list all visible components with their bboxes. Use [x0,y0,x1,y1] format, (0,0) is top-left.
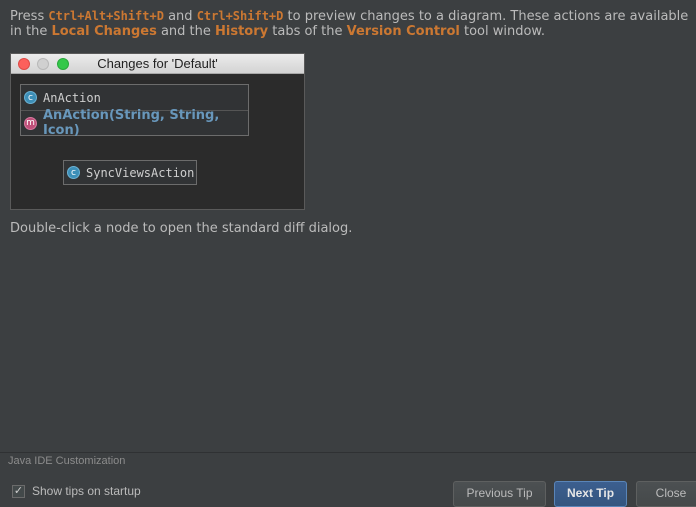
preview-window-title: Changes for 'Default' [97,56,218,71]
class-name-label: SyncViewsAction [86,165,195,180]
tip-text-segment: in the [10,24,52,39]
close-button[interactable]: Close [636,481,696,507]
tip-text-segment: tabs of the [268,24,347,39]
tip-footnote: Double-click a node to open the standard… [10,221,353,236]
tip-line-2: in the Local Changes and the History tab… [10,24,696,40]
show-tips-on-startup-checkbox[interactable]: ✓ Show tips on startup [12,484,141,498]
local-changes-highlight: Local Changes [51,24,157,39]
tip-text-segment: Press [10,9,49,24]
tip-text-segment: and [163,9,197,24]
version-control-highlight: Version Control [346,24,460,39]
shortcut-ctrl-shift-d: Ctrl+Shift+D [196,9,284,23]
history-highlight: History [215,24,269,39]
diagram-node-syncviewsaction: c SyncViewsAction [63,160,197,185]
diagram-preview-image: Changes for 'Default' c AnAction m AnAct… [10,53,305,210]
tip-category-label: Java IDE Customization [8,455,126,467]
show-tips-label: Show tips on startup [32,484,141,498]
next-tip-button[interactable]: Next Tip [554,481,627,507]
tip-text-segment: tool window. [459,24,545,39]
method-signature-label: AnAction(String, String, Icon) [43,108,220,138]
diagram-class-row: c AnAction [21,85,248,110]
class-icon: c [67,166,80,179]
footer-divider [0,452,696,453]
preview-titlebar: Changes for 'Default' [11,54,304,74]
diagram-method-row: m AnAction(String, String, Icon) [21,108,248,138]
tip-text: Press Ctrl+Alt+Shift+D and Ctrl+Shift+D … [10,8,696,40]
shortcut-ctrl-alt-shift-d: Ctrl+Alt+Shift+D [48,9,164,23]
diagram-node-anaction: c AnAction m AnAction(String, String, Ic… [20,84,249,138]
method-icon: m [24,116,37,130]
tip-text-segment: and the [156,24,216,39]
class-icon: c [24,91,37,104]
previous-tip-button[interactable]: Previous Tip [453,481,546,507]
class-name-label: AnAction [43,90,101,105]
checkbox-checked-icon[interactable]: ✓ [12,484,25,498]
tip-text-segment: to preview changes to a diagram. These a… [283,9,689,24]
tip-line-1: Press Ctrl+Alt+Shift+D and Ctrl+Shift+D … [10,8,696,24]
